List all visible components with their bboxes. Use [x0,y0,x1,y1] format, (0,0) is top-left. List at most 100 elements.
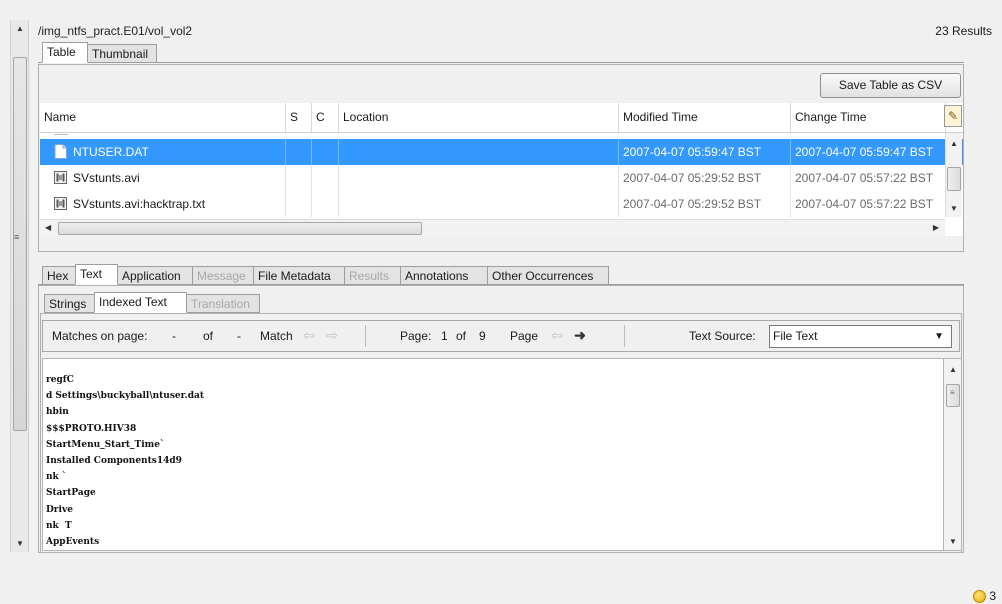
page-label: Page: [400,329,432,343]
prev-page-arrow-icon: ⇦ [551,327,563,343]
notification-badge[interactable]: 3 [973,588,996,604]
notification-count: 3 [989,589,996,603]
column-header-change-time[interactable]: Change Time [791,103,946,132]
cell-name: SVstunts.avi:hacktrap.txt [40,191,286,217]
row-peek-divider [54,134,68,135]
page-total: 9 [479,329,486,343]
prev-match-arrow-icon: ⇦ [303,327,315,343]
table-row[interactable]: SVstunts.avi 2007-04-07 05:29:52 BST 200… [40,165,963,191]
tab-hex[interactable]: Hex [42,266,76,285]
video-file-icon [54,171,67,185]
tab-annotations[interactable]: Annotations [400,266,488,285]
column-header-name[interactable]: Name [40,103,286,132]
text-line: AppEvents [46,537,100,548]
toolbar-separator [365,325,366,347]
tab-table[interactable]: Table [42,42,88,63]
scroll-down-arrow-icon[interactable]: ▼ [16,539,24,548]
column-header-location[interactable]: Location [339,103,619,132]
cell-modified-time: 2007-04-07 05:29:52 BST [619,165,791,191]
matches-current: - [172,329,176,343]
text-source-dropdown[interactable]: File Text ▼ [769,325,952,348]
subtab-indexed-text[interactable]: Indexed Text [94,292,187,313]
cell-c [312,165,339,191]
cell-location [339,191,619,217]
next-page-arrow-icon[interactable]: ➜ [571,327,589,345]
scroll-up-arrow-icon[interactable]: ▲ [949,365,957,374]
matches-label: Matches on page: [52,329,148,343]
page-current: 1 [441,329,448,343]
text-line: regfC [46,375,74,385]
tab-other-occurrences[interactable]: Other Occurrences [487,266,609,285]
results-count: 23 Results [935,24,992,38]
row-name: NTUSER.DAT [73,145,149,159]
table-vertical-scrollbar[interactable]: ▲ ▼ [945,133,962,217]
scroll-right-arrow-icon[interactable]: ▶ [933,223,939,232]
text-line: Installed Components14d9 [46,456,182,467]
cell-modified-time: 2007-04-07 05:29:52 BST [619,191,791,217]
matches-total: - [237,329,241,343]
text-line: $$$PROTO.HIV38 [46,423,137,434]
save-table-csv-button[interactable]: Save Table as CSV [820,73,961,98]
scroll-down-arrow-icon[interactable]: ▼ [949,537,957,546]
cell-location [339,165,619,191]
row-name: SVstunts.avi:hacktrap.txt [73,197,206,211]
subtab-strings[interactable]: Strings [44,294,95,313]
table-vscroll-thumb[interactable] [947,167,961,191]
scroll-left-arrow-icon[interactable]: ◀ [45,223,51,232]
column-header-s[interactable]: S [286,103,312,132]
chevron-down-icon[interactable]: ▼ [934,326,944,347]
cell-location [339,139,619,165]
outer-vertical-scrollbar[interactable]: ▲ ≡ ▼ [10,20,29,552]
view-tabs-baseline [38,62,964,63]
cell-c [312,191,339,217]
table-hscroll-thumb[interactable] [58,222,422,235]
next-match-arrow-icon: ⇨ [326,327,338,343]
page-nav-label: Page [510,329,539,343]
column-header-modified-time[interactable]: Modified Time [619,103,791,132]
scroll-up-arrow-icon[interactable]: ▲ [16,24,24,33]
outer-scroll-thumb[interactable] [13,57,27,431]
tab-application[interactable]: Application [117,266,193,285]
text-line: StartPage [46,488,96,499]
grip-icon: ≡ [14,232,20,242]
tab-text[interactable]: Text [75,264,118,285]
column-chooser-icon[interactable]: ✎ [944,105,962,127]
tab-message: Message [192,266,254,285]
text-line: nk T [46,520,72,531]
text-line: hbin [46,407,69,418]
column-header-c[interactable]: C [312,103,339,132]
text-line: d Settings\buckyball\ntuser.dat [46,391,204,402]
table-header: Name S C Location Modified Time Change T… [40,103,963,133]
search-toolbar: Matches on page: - of - Match ⇦ ⇨ Page: … [42,320,960,352]
cell-name: NTUSER.DAT [40,139,286,165]
row-name: SVstunts.avi [73,171,140,185]
scroll-up-arrow-icon[interactable]: ▲ [950,139,958,148]
text-lines: regfC d Settings\buckyball\ntuser.dat hbin… [46,372,204,550]
grip-icon: ≡ [950,388,955,397]
indexed-text-area[interactable]: regfC d Settings\buckyball\ntuser.dat hbin… [42,358,943,551]
table-row[interactable]: SVstunts.avi:hacktrap.txt 2007-04-07 05:… [40,191,963,217]
video-file-icon [54,197,67,211]
cell-c [312,139,339,165]
cell-s [286,165,312,191]
cell-s [286,139,312,165]
match-label: Match [260,329,293,343]
subtab-translation: Translation [186,294,260,313]
text-vscroll-thumb[interactable]: ≡ [946,384,960,407]
text-vertical-scrollbar[interactable]: ▲ ≡ ▼ [943,358,962,551]
table-horizontal-scrollbar[interactable]: ◀ ▶ [40,219,945,236]
results-table: Name S C Location Modified Time Change T… [40,103,963,236]
text-source-value: File Text [773,329,818,343]
tab-results: Results [344,266,401,285]
table-row[interactable]: NTUSER.DAT 2007-04-07 05:59:47 BST 2007-… [40,139,963,165]
path-label: /img_ntfs_pract.E01/vol_vol2 [38,24,193,38]
tab-file-metadata[interactable]: File Metadata [253,266,345,285]
tab-thumbnail[interactable]: Thumbnail [87,44,157,63]
text-source-label: Text Source: [689,329,756,343]
cell-name: SVstunts.avi [40,165,286,191]
toolbar-separator [624,325,625,347]
cell-modified-time: 2007-04-07 05:59:47 BST [619,139,791,165]
cell-change-time: 2007-04-07 05:57:22 BST [791,165,946,191]
cell-change-time: 2007-04-07 05:57:22 BST [791,191,946,217]
scroll-down-arrow-icon[interactable]: ▼ [950,204,958,213]
